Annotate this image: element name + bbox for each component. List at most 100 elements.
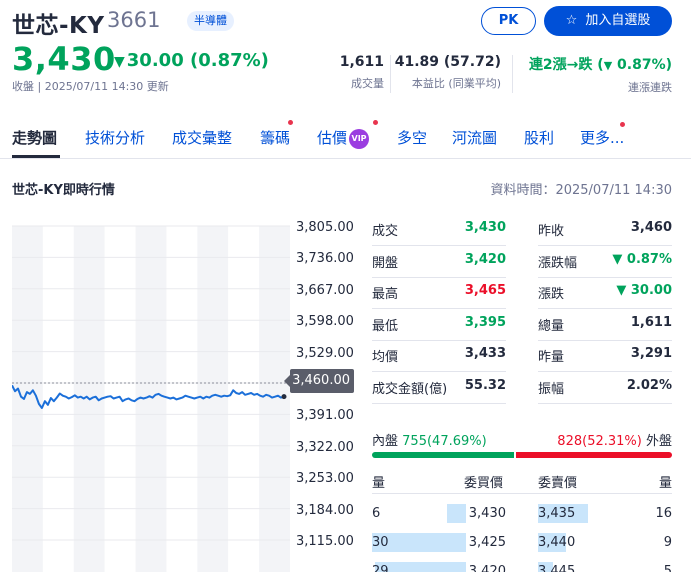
notification-dot	[620, 122, 625, 127]
ask-price: 3,445	[538, 564, 576, 572]
section-title: 世芯-KY即時行情	[12, 183, 115, 198]
bid-volume: 29	[372, 564, 389, 572]
quote-row: 成交 3,430	[372, 214, 506, 246]
tab-bar: 走勢圖 技術分析 成交彙整 籌碼 估價 VIP 多空 河流圖 股利 更多...	[0, 120, 691, 159]
quote-label: 最高	[372, 287, 399, 303]
quote-row: 昨量 3,291	[538, 340, 672, 373]
price-change-value: 30.00 (0.87%)	[126, 50, 269, 71]
quote-label: 昨收	[538, 224, 565, 239]
quote-label: 開盤	[372, 255, 399, 271]
tab-dividend[interactable]: 股利	[524, 127, 554, 148]
quote-row: 均價 3,433	[372, 340, 506, 373]
y-tick-label: 3,667.00	[296, 282, 354, 298]
quote-row: 漲跌幅 ▼ 0.87%	[538, 246, 672, 278]
stock-name: 世芯-KY	[12, 13, 105, 39]
y-tick-label: 3,391.00	[296, 408, 354, 424]
add-to-watchlist-button[interactable]: ☆ 加入自選股	[544, 6, 672, 36]
quote-value: 3,460	[630, 220, 672, 235]
quote-label: 昨量	[538, 350, 565, 366]
stat-pe-label: 本益比 (同業平均)	[411, 77, 501, 90]
quote-label: 總量	[538, 318, 565, 334]
time-band	[259, 226, 290, 572]
tab-valuation[interactable]: 估價 VIP	[317, 127, 370, 149]
tab-technical[interactable]: 技術分析	[85, 127, 145, 148]
quote-value: 55.32	[464, 378, 506, 393]
pk-button[interactable]: PK	[481, 7, 536, 35]
inner-outer-volume: 內盤 755(47.69%) 828(52.31%) 外盤	[372, 430, 672, 449]
last-price-point	[281, 394, 287, 400]
tab-long-short[interactable]: 多空	[397, 127, 427, 148]
tab-chips[interactable]: 籌碼	[260, 127, 290, 148]
tab-more[interactable]: 更多...	[580, 127, 624, 148]
quote-row: 成交金額(億) 55.32	[372, 372, 506, 404]
quote-value: 3,291	[630, 346, 672, 362]
stat-volume-label: 成交量	[351, 77, 384, 90]
bid-volume-bar	[375, 562, 466, 572]
ask-price-header: 委賣價	[538, 476, 578, 491]
quote-row: 總量 1,611	[538, 309, 672, 341]
bid-price: 3,430	[468, 506, 506, 521]
inner-volume-bar	[372, 452, 514, 458]
tab-trend[interactable]: 走勢圖	[12, 127, 57, 148]
stock-code: 3661	[107, 8, 161, 32]
quote-label: 均價	[372, 350, 399, 366]
intraday-chart[interactable]	[12, 216, 290, 572]
y-tick-label: 3,598.00	[296, 314, 354, 330]
quote-value: 3,430	[464, 220, 506, 235]
ask-volume: 5	[663, 564, 672, 572]
ask-price: 3,435	[538, 506, 576, 521]
reference-price-tag: 3,460.00	[284, 369, 354, 393]
stat-pe: 41.89 (57.72) 本益比 (同業平均)	[395, 54, 501, 91]
quote-value: 3,420	[464, 251, 506, 267]
outer-volume: 828	[557, 434, 583, 449]
outer-pct: (52.31%)	[582, 434, 642, 449]
stat-divider	[512, 55, 513, 93]
quote-label: 振幅	[538, 382, 565, 397]
quote-value: 3,433	[464, 346, 506, 362]
quote-value: ▼ 0.87%	[612, 251, 672, 267]
quote-row: 最高 3,465	[372, 277, 506, 310]
quote-value: ▼ 30.00	[616, 283, 672, 299]
price-change: ▼ 30.00 (0.87%)	[114, 50, 269, 71]
bid-volume-bar	[447, 504, 466, 523]
quote-row: 漲跌 ▼ 30.00	[538, 277, 672, 310]
tab-river-chart[interactable]: 河流圖	[452, 127, 497, 148]
quote-label: 漲跌	[538, 287, 565, 303]
stat-streak: 連2漲→跌 (▼ 0.87%) 連漲連跌	[529, 54, 672, 95]
time-band	[135, 226, 167, 572]
outer-volume-bar	[516, 452, 672, 458]
quote-value: 3,395	[464, 314, 506, 330]
quote-value: 2.02%	[626, 378, 672, 393]
tab-trade-summary[interactable]: 成交彙整	[172, 127, 232, 148]
current-price: 3,430	[12, 40, 116, 78]
stat-pe-value: 41.89 (57.72)	[394, 54, 501, 70]
quote-row: 振幅 2.02%	[538, 372, 672, 404]
quote-row: 開盤 3,420	[372, 246, 506, 278]
streak-text: 連2漲→跌 (	[528, 57, 604, 73]
bid-volume: 30	[372, 535, 389, 550]
data-time: 資料時間：2025/07/11 14:30	[490, 183, 672, 198]
stat-streak-label: 連漲連跌	[628, 81, 672, 94]
down-triangle-icon: ▼	[114, 54, 125, 70]
y-tick-label: 3,322.00	[296, 439, 354, 455]
quote-value: 3,465	[464, 283, 506, 299]
orderbook-divider	[372, 493, 672, 494]
ask-volume: 9	[663, 535, 672, 550]
inner-label: 內盤	[372, 434, 399, 449]
notification-dot	[373, 120, 378, 125]
down-triangle-icon: ▼	[603, 59, 613, 72]
quote-label: 漲跌幅	[538, 255, 578, 271]
streak-pct: 0.87%)	[612, 57, 672, 73]
stat-divider	[390, 55, 391, 93]
tab-divider	[0, 158, 691, 159]
industry-badge[interactable]: 半導體	[187, 11, 234, 31]
quote-row: 最低 3,395	[372, 309, 506, 341]
y-tick-label: 3,184.00	[296, 502, 354, 518]
y-tick-label: 3,736.00	[296, 251, 354, 267]
y-tick-label: 3,805.00	[296, 220, 354, 235]
quote-value: 1,611	[630, 314, 672, 330]
y-tick-label: 3,253.00	[296, 471, 354, 487]
add-to-watchlist-label: 加入自選股	[585, 13, 651, 28]
quote-label: 最低	[372, 318, 399, 334]
star-icon: ☆	[565, 13, 578, 28]
